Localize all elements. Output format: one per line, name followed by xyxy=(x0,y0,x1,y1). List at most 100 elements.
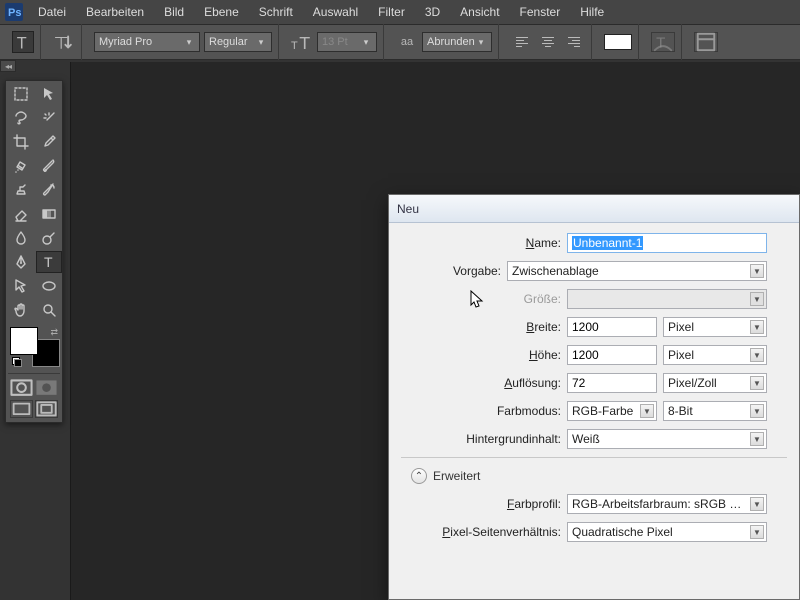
swap-colors-icon[interactable]: ⇄ xyxy=(50,327,58,338)
name-input[interactable]: Unbenannt-1 xyxy=(567,233,767,253)
menu-schrift[interactable]: Schrift xyxy=(249,0,303,24)
menu-bearbeiten[interactable]: Bearbeiten xyxy=(76,0,154,24)
panel-expand-tab[interactable]: ◂◂ xyxy=(0,60,16,72)
bitdepth-dropdown[interactable]: 8-Bit ▼ xyxy=(663,401,767,421)
name-label: Name: xyxy=(401,236,561,250)
gradient-tool[interactable] xyxy=(36,203,62,225)
width-unit-value: Pixel xyxy=(668,320,694,334)
clone-stamp-tool[interactable] xyxy=(8,179,34,201)
warp-text-button[interactable]: T xyxy=(651,32,675,52)
chevron-down-icon: ▼ xyxy=(750,264,764,278)
font-family-dropdown[interactable]: Myriad Pro ▾ xyxy=(94,32,200,52)
bgcontent-dropdown[interactable]: Weiß ▼ xyxy=(567,429,767,449)
ellipse-shape-tool[interactable] xyxy=(36,275,62,297)
marquee-tool[interactable] xyxy=(8,83,34,105)
preset-dropdown[interactable]: Zwischenablage ▼ xyxy=(507,261,767,281)
lasso-tool[interactable] xyxy=(8,107,34,129)
type-tool[interactable]: T xyxy=(36,251,62,273)
dialog-title: Neu xyxy=(397,202,419,216)
colormode-dropdown[interactable]: RGB-Farbe ▼ xyxy=(567,401,657,421)
default-colors-icon[interactable] xyxy=(12,357,22,367)
bitdepth-value: 8-Bit xyxy=(668,404,693,418)
font-size-dropdown[interactable]: 13 Pt ▾ xyxy=(317,32,377,52)
screen-mode-button[interactable] xyxy=(10,400,33,418)
font-style-value: Regular xyxy=(209,36,255,48)
menu-3d[interactable]: 3D xyxy=(415,0,450,24)
font-family-value: Myriad Pro xyxy=(99,36,183,48)
dialog-title-bar[interactable]: Neu xyxy=(389,195,799,223)
color-swatches: ⇄ xyxy=(8,325,62,369)
colorprofile-label: Farbprofil: xyxy=(401,497,561,511)
height-unit-dropdown[interactable]: Pixel ▼ xyxy=(663,345,767,365)
pixelaspect-dropdown[interactable]: Quadratische Pixel ▼ xyxy=(567,522,767,542)
resolution-input[interactable] xyxy=(567,373,657,393)
chevron-down-icon: ▼ xyxy=(750,348,764,362)
antialias-value: Abrunden xyxy=(427,36,475,48)
app-logo: Ps xyxy=(0,0,28,24)
dodge-tool[interactable] xyxy=(36,227,62,249)
blur-tool[interactable] xyxy=(8,227,34,249)
chevron-down-icon: ▼ xyxy=(750,404,764,418)
options-bar: T 丅 Myriad Pro ▾ Regular ▾ TT 13 Pt ▾ aa… xyxy=(0,24,800,60)
align-right-button[interactable] xyxy=(563,33,585,51)
character-panel-toggle[interactable] xyxy=(694,32,718,52)
advanced-toggle[interactable]: ⌃ xyxy=(411,468,427,484)
spot-heal-tool[interactable] xyxy=(8,155,34,177)
chevron-down-icon: ▼ xyxy=(750,292,764,306)
quickmask-mode-button[interactable] xyxy=(35,378,58,398)
eraser-tool[interactable] xyxy=(8,203,34,225)
history-brush-tool[interactable] xyxy=(36,179,62,201)
pen-tool[interactable] xyxy=(8,251,34,273)
menu-fenster[interactable]: Fenster xyxy=(510,0,571,24)
menu-hilfe[interactable]: Hilfe xyxy=(570,0,614,24)
menu-bar: Ps Datei Bearbeiten Bild Ebene Schrift A… xyxy=(0,0,800,24)
width-input[interactable] xyxy=(567,317,657,337)
eyedropper-tool[interactable] xyxy=(36,131,62,153)
height-input[interactable] xyxy=(567,345,657,365)
foreground-color-swatch[interactable] xyxy=(10,327,38,355)
crop-tool[interactable] xyxy=(8,131,34,153)
align-center-button[interactable] xyxy=(537,33,559,51)
size-label: Größe: xyxy=(401,292,561,306)
font-size-icon: TT xyxy=(291,31,313,53)
magic-wand-tool[interactable] xyxy=(36,107,62,129)
bgcontent-value: Weiß xyxy=(572,432,600,446)
current-tool-indicator[interactable]: T xyxy=(12,31,34,53)
menu-auswahl[interactable]: Auswahl xyxy=(303,0,368,24)
chevron-down-icon: ▾ xyxy=(255,37,267,48)
menu-ansicht[interactable]: Ansicht xyxy=(450,0,509,24)
text-color-swatch[interactable] xyxy=(604,34,632,50)
chevron-down-icon: ▼ xyxy=(750,320,764,334)
zoom-tool[interactable] xyxy=(36,299,62,321)
colorprofile-dropdown[interactable]: RGB-Arbeitsfarbraum: sRGB IEC619... ▼ xyxy=(567,494,767,514)
menu-ebene[interactable]: Ebene xyxy=(194,0,249,24)
svg-text:Ps: Ps xyxy=(8,7,21,19)
svg-text:丅: 丅 xyxy=(54,36,68,51)
antialias-dropdown[interactable]: Abrunden ▾ xyxy=(422,32,492,52)
bgcontent-label: Hintergrundinhalt: xyxy=(401,432,561,446)
svg-text:T: T xyxy=(17,34,27,52)
svg-text:T: T xyxy=(299,33,310,53)
chevron-down-icon: ▼ xyxy=(640,404,654,418)
menu-bild[interactable]: Bild xyxy=(154,0,194,24)
align-left-button[interactable] xyxy=(511,33,533,51)
width-unit-dropdown[interactable]: Pixel ▼ xyxy=(663,317,767,337)
colorprofile-value: RGB-Arbeitsfarbraum: sRGB IEC619... xyxy=(572,497,742,511)
tools-panel: T ⇄ xyxy=(5,80,63,423)
chevron-down-icon: ▾ xyxy=(475,37,487,48)
pixelaspect-value: Quadratische Pixel xyxy=(572,525,673,539)
brush-tool[interactable] xyxy=(36,155,62,177)
menu-filter[interactable]: Filter xyxy=(368,0,415,24)
screen-mode-alt-button[interactable] xyxy=(35,400,58,418)
resolution-label: Auflösung: xyxy=(401,376,561,390)
move-tool[interactable] xyxy=(36,83,62,105)
height-unit-value: Pixel xyxy=(668,348,694,362)
hand-tool[interactable] xyxy=(8,299,34,321)
menu-datei[interactable]: Datei xyxy=(28,0,76,24)
resolution-unit-dropdown[interactable]: Pixel/Zoll ▼ xyxy=(663,373,767,393)
font-style-dropdown[interactable]: Regular ▾ xyxy=(204,32,272,52)
path-select-tool[interactable] xyxy=(8,275,34,297)
text-orientation-toggle[interactable]: 丅 xyxy=(53,31,75,53)
standard-mode-button[interactable] xyxy=(10,378,33,398)
resolution-unit-value: Pixel/Zoll xyxy=(668,376,717,390)
